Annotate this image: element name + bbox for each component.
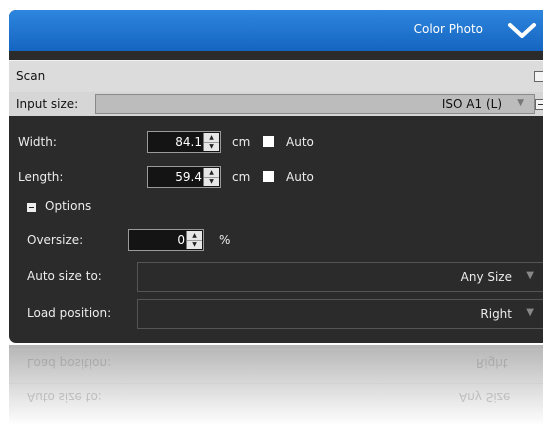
width-auto-checkbox[interactable] bbox=[263, 136, 274, 147]
width-label: Width: bbox=[18, 135, 57, 149]
length-value: 59.4 bbox=[175, 170, 202, 184]
width-value: 84.1 bbox=[175, 135, 202, 149]
width-input[interactable]: 84.1 ▲ ▼ bbox=[147, 131, 221, 153]
reflection-load-position-row: Load position: Right bbox=[9, 349, 543, 376]
scan-section-header[interactable]: Scan bbox=[9, 60, 543, 94]
reflection-auto-size-label: Auto size to: bbox=[27, 390, 102, 404]
input-size-label: Input size: bbox=[16, 97, 79, 111]
length-input[interactable]: 59.4 ▲ ▼ bbox=[147, 166, 221, 188]
reflection-auto-size-value: Any Size bbox=[459, 390, 511, 404]
load-position-dropdown[interactable]: Right ▼ bbox=[137, 299, 543, 329]
spin-down-icon[interactable]: ▼ bbox=[187, 240, 202, 249]
options-label[interactable]: Options bbox=[45, 199, 91, 213]
width-unit: cm bbox=[232, 135, 251, 149]
oversize-stepper[interactable]: ▲ ▼ bbox=[186, 231, 202, 249]
spin-down-icon[interactable]: ▼ bbox=[204, 177, 219, 186]
oversize-unit: % bbox=[219, 233, 231, 247]
input-size-value: ISO A1 (L) bbox=[441, 97, 502, 111]
auto-size-to-label: Auto size to: bbox=[27, 269, 102, 283]
profile-header[interactable]: Color Photo bbox=[9, 10, 543, 51]
chevron-down-icon: ▼ bbox=[526, 270, 534, 281]
options-collapse-icon[interactable] bbox=[27, 203, 36, 212]
spin-down-icon[interactable]: ▼ bbox=[204, 142, 219, 151]
length-unit: cm bbox=[232, 170, 251, 184]
reflection-auto-size-row: Auto size to: Any Size bbox=[9, 383, 543, 410]
reflection-load-position-value: Right bbox=[476, 356, 508, 370]
chevron-down-icon[interactable] bbox=[507, 17, 537, 43]
width-auto-label: Auto bbox=[286, 135, 314, 149]
chevron-down-icon: ▼ bbox=[526, 307, 534, 318]
auto-size-to-value: Any Size bbox=[460, 270, 512, 284]
panel-reflection: Load position: Right Auto size to: Any S… bbox=[9, 345, 543, 426]
input-size-dropdown[interactable]: ISO A1 (L) ▼ bbox=[95, 94, 535, 114]
oversize-label: Oversize: bbox=[27, 233, 84, 247]
width-stepper[interactable]: ▲ ▼ bbox=[203, 133, 219, 151]
load-position-label: Load position: bbox=[27, 306, 112, 320]
chevron-down-icon: ▼ bbox=[517, 98, 524, 108]
length-auto-checkbox[interactable] bbox=[263, 171, 274, 182]
oversize-input[interactable]: 0 ▲ ▼ bbox=[128, 229, 204, 251]
collapse-toggle-icon[interactable] bbox=[535, 99, 543, 110]
length-stepper[interactable]: ▲ ▼ bbox=[203, 168, 219, 186]
input-size-row: Input size: ISO A1 (L) ▼ bbox=[9, 92, 543, 116]
scan-section-title: Scan bbox=[16, 69, 46, 83]
scan-settings-panel: Color Photo Scan Input size: ISO A1 (L) … bbox=[9, 10, 543, 343]
profile-title: Color Photo bbox=[413, 22, 483, 36]
load-position-value: Right bbox=[480, 307, 512, 321]
auto-size-to-dropdown[interactable]: Any Size ▼ bbox=[137, 262, 543, 292]
oversize-value: 0 bbox=[177, 233, 185, 247]
length-label: Length: bbox=[18, 170, 64, 184]
collapse-toggle-icon[interactable] bbox=[534, 71, 543, 82]
reflection-load-position-label: Load position: bbox=[27, 356, 112, 370]
length-auto-label: Auto bbox=[286, 170, 314, 184]
